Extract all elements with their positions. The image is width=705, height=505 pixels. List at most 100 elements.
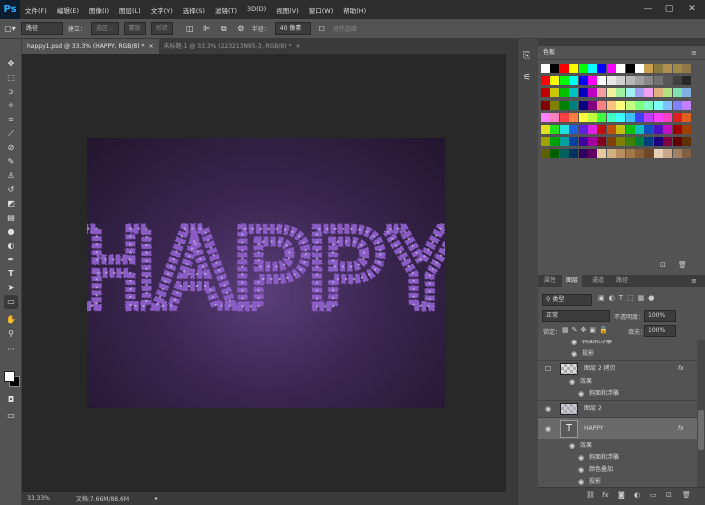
eye-icon[interactable]: ◉ [545, 418, 553, 440]
status-arrow-icon[interactable]: ▸ [155, 495, 158, 502]
color-swatch[interactable] [672, 88, 682, 98]
color-swatch[interactable] [663, 125, 673, 134]
eye-icon[interactable]: ◉ [578, 452, 586, 464]
list-item[interactable]: ◉ 斜面和浮雕 [538, 452, 697, 464]
color-swatch[interactable] [635, 125, 644, 134]
color-swatch[interactable] [569, 64, 579, 73]
color-swatch[interactable] [550, 137, 560, 147]
tab-layers[interactable]: 图层 [562, 275, 583, 287]
color-swatch[interactable] [606, 125, 616, 134]
new-swatch-icon[interactable]: ⊡ [660, 261, 666, 269]
color-swatch[interactable] [597, 137, 607, 147]
color-swatch[interactable] [635, 112, 644, 122]
color-swatch[interactable] [569, 76, 579, 86]
blur-tool-icon[interactable]: ● [4, 225, 18, 239]
color-swatch[interactable] [550, 112, 560, 122]
dodge-tool-icon[interactable]: ◐ [4, 239, 18, 253]
layer-name[interactable]: 图层 2 [584, 401, 602, 417]
color-swatch[interactable] [682, 125, 691, 134]
color-swatch[interactable] [663, 88, 673, 98]
layer-name[interactable]: HAPPY [584, 418, 603, 440]
menu-item[interactable]: 文件(F) [20, 5, 52, 15]
color-swatch[interactable] [672, 76, 682, 86]
color-swatch[interactable] [625, 76, 635, 86]
history-panel-icon[interactable]: ⎘ [523, 51, 534, 65]
delete-layer-icon[interactable]: 🗑 [682, 491, 691, 499]
menu-item[interactable]: 文字(Y) [146, 5, 178, 15]
list-item[interactable]: ◉ 斜面和浮雕 [538, 340, 697, 348]
menu-item[interactable]: 滤镜(T) [210, 5, 242, 15]
color-swatch[interactable] [644, 88, 654, 98]
color-swatch[interactable] [597, 112, 607, 122]
color-swatch[interactable] [672, 149, 682, 159]
link-layers-icon[interactable]: ⛓ [586, 491, 595, 499]
fill-input[interactable]: 100% [644, 325, 676, 337]
magic-wand-tool-icon[interactable]: ✧ [4, 99, 18, 113]
eye-icon[interactable]: ◉ [578, 476, 586, 487]
color-swatch[interactable] [559, 137, 569, 147]
layer-row-layer2-copy[interactable]: ☐ 图层 2 拷贝 fx [538, 360, 697, 376]
color-swatch[interactable] [653, 76, 663, 86]
color-swatch[interactable] [616, 76, 626, 86]
color-swatch[interactable] [569, 149, 579, 159]
color-swatch[interactable] [588, 100, 597, 110]
color-swatch[interactable] [653, 125, 663, 134]
color-swatch[interactable] [672, 137, 682, 147]
color-swatch[interactable] [682, 76, 691, 86]
color-swatch[interactable] [616, 137, 626, 147]
color-swatch[interactable] [625, 64, 635, 73]
list-item[interactable]: ◉ 投影 [538, 348, 697, 360]
color-swatch[interactable] [578, 149, 588, 159]
color-swatch[interactable] [635, 88, 644, 98]
layer-filter-select[interactable]: ⚲ 类型 [542, 294, 592, 306]
color-swatch[interactable] [597, 149, 607, 159]
color-swatch[interactable] [682, 88, 691, 98]
color-swatch[interactable] [569, 112, 579, 122]
color-swatch[interactable] [559, 88, 569, 98]
color-swatch[interactable] [616, 64, 626, 73]
pen-tool-icon[interactable]: ✒ [4, 253, 18, 267]
tab-happy1[interactable]: happy1.psd @ 33.3% (HAPPY, RGB/8) * × [22, 39, 159, 54]
color-swatch[interactable] [569, 88, 579, 98]
add-style-icon[interactable]: fx [602, 491, 609, 499]
clone-stamp-tool-icon[interactable]: ♙ [4, 169, 18, 183]
color-swatch[interactable] [550, 149, 560, 159]
rectangle-tool-icon[interactable]: ▭ [4, 295, 18, 309]
menu-item[interactable]: 图层(L) [114, 5, 146, 15]
color-swatch[interactable] [616, 100, 626, 110]
layer-filter-icons[interactable]: ▣◐T⬚▦● [598, 294, 688, 306]
color-swatch[interactable] [588, 112, 597, 122]
color-swatch[interactable] [578, 100, 588, 110]
menu-item[interactable]: 窗口(W) [304, 5, 339, 15]
color-swatch[interactable] [559, 100, 569, 110]
blend-mode-select[interactable]: 正常 [542, 310, 610, 322]
crop-tool-icon[interactable]: ⌗ [4, 113, 18, 127]
color-swatch[interactable] [541, 125, 550, 134]
layer-row-happy[interactable]: ◉ T HAPPY fx [538, 417, 697, 439]
eye-icon[interactable]: ◉ [545, 401, 553, 417]
path-selection-tool-icon[interactable]: ➤ [4, 281, 18, 295]
color-swatch[interactable] [663, 100, 673, 110]
eye-icon[interactable]: ◉ [578, 388, 586, 400]
color-swatch[interactable] [606, 100, 616, 110]
color-swatch[interactable] [578, 137, 588, 147]
color-swatch[interactable] [578, 76, 588, 86]
layers-scrollbar[interactable] [697, 340, 705, 487]
lock-icons[interactable]: ▦✎✥▣🔒 [562, 326, 612, 334]
color-swatch[interactable] [606, 112, 616, 122]
color-swatch[interactable] [653, 149, 663, 159]
color-swatch[interactable] [663, 149, 673, 159]
tab-close-icon[interactable]: × [148, 39, 153, 54]
color-swatch[interactable] [644, 149, 654, 159]
color-swatch[interactable] [682, 64, 691, 73]
color-swatch[interactable] [616, 149, 626, 159]
color-swatch[interactable] [682, 149, 691, 159]
color-swatch[interactable] [616, 125, 626, 134]
color-swatch[interactable] [588, 76, 597, 86]
path-arrangement-icon[interactable]: ⧉ [218, 23, 230, 35]
color-swatch[interactable] [635, 137, 644, 147]
color-swatch[interactable] [635, 76, 644, 86]
eraser-tool-icon[interactable]: ◩ [4, 197, 18, 211]
color-swatch[interactable] [559, 112, 569, 122]
menu-item[interactable]: 3D(D) [242, 5, 271, 15]
